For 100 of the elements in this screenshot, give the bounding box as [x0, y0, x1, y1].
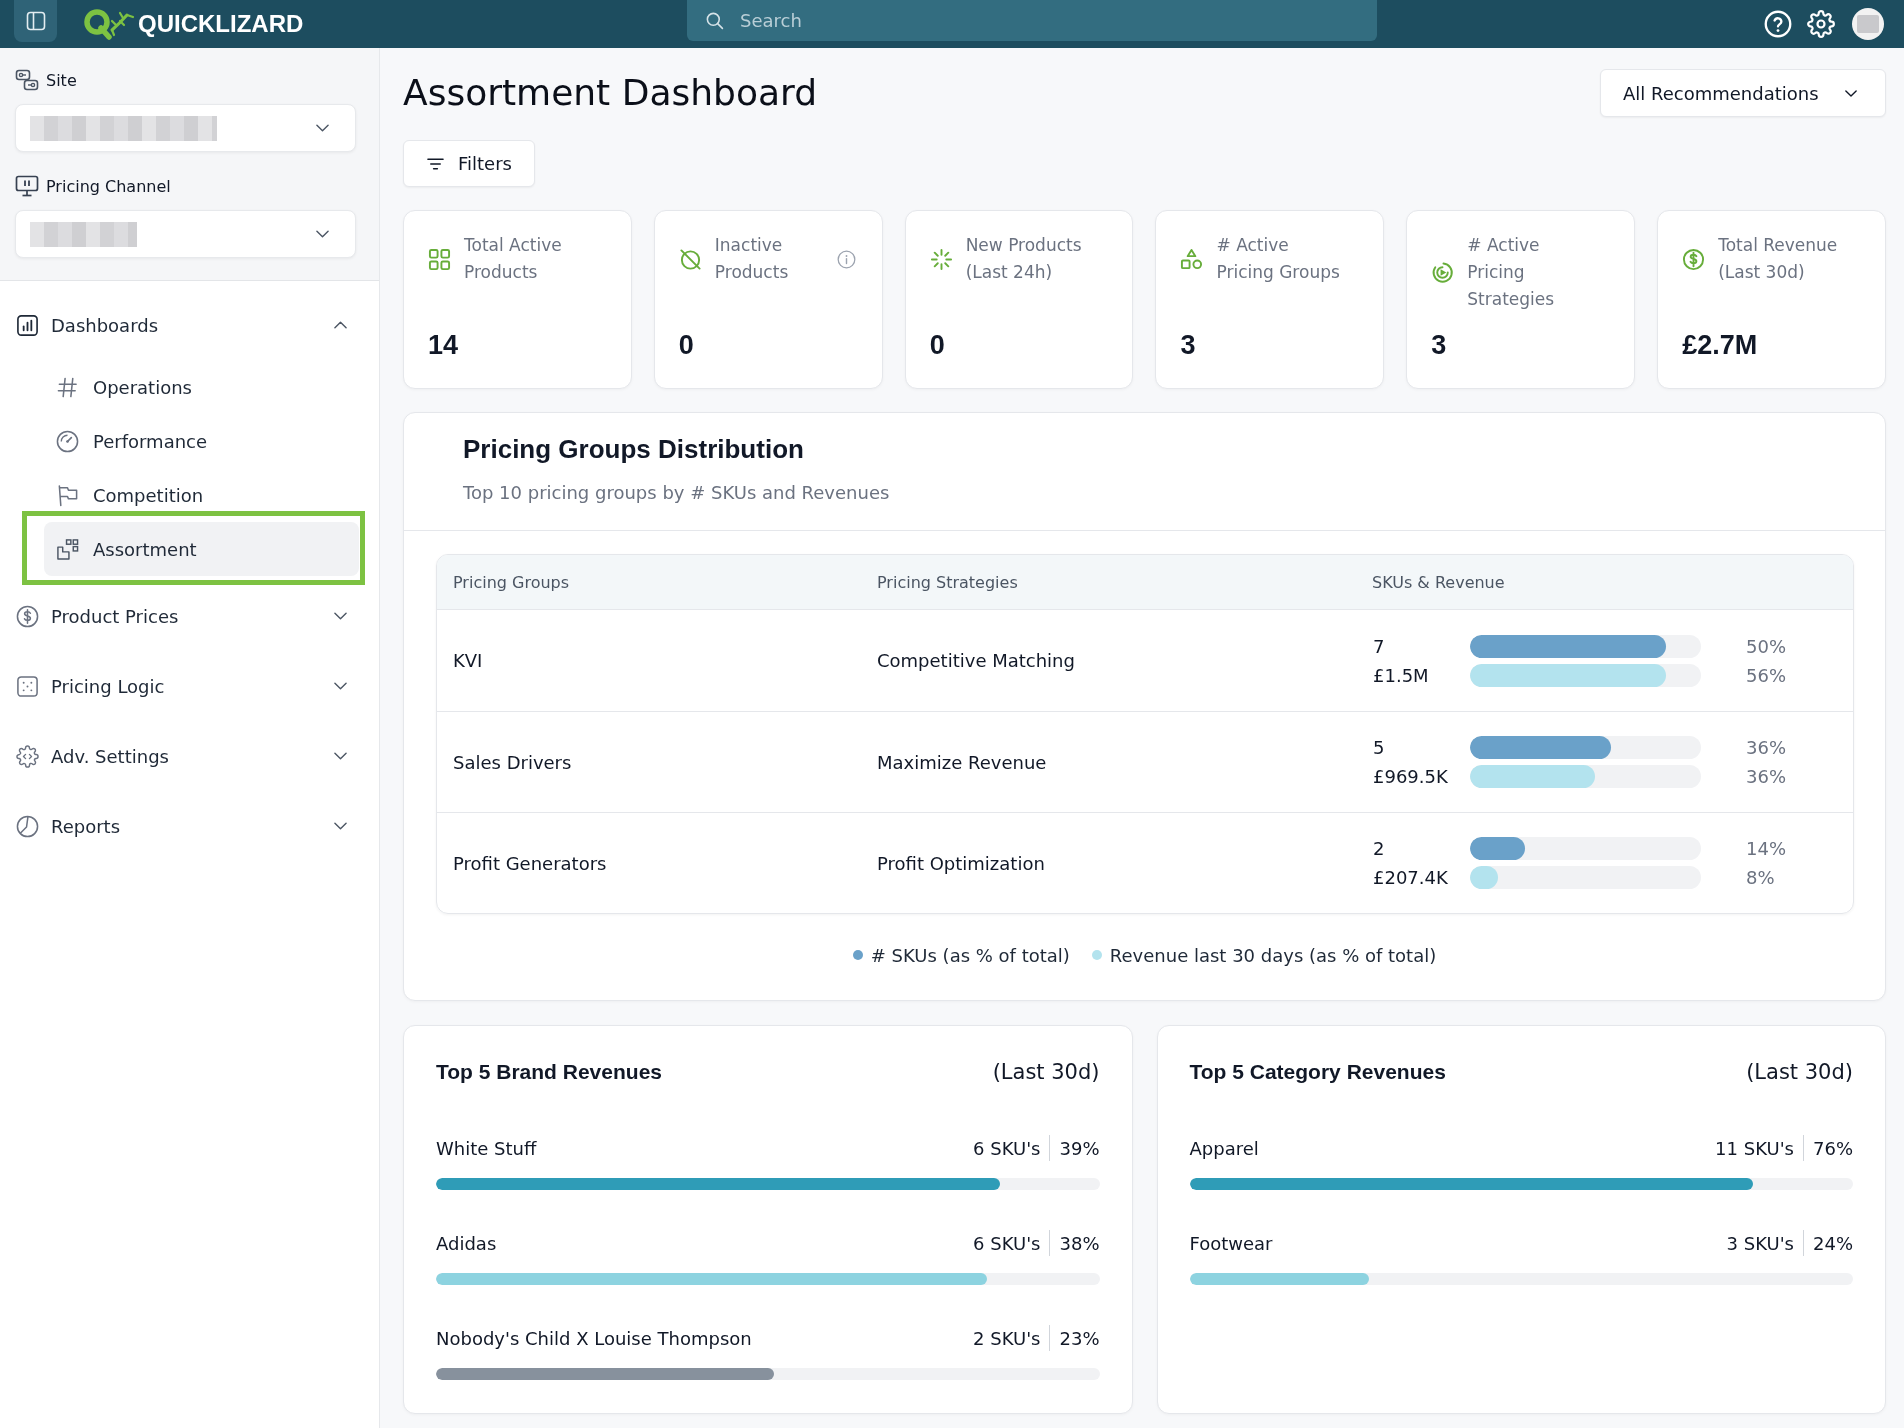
section-title: Pricing Groups Distribution [463, 434, 804, 464]
sidebar-item[interactable]: Assortment [44, 522, 359, 576]
section-subtitle: Top 10 pricing groups by # SKUs and Revenues [463, 482, 890, 504]
slashed-circle-icon [678, 247, 702, 271]
sku-count: 6 SKU's [973, 1137, 1041, 1159]
share-percent: 24% [1813, 1232, 1853, 1254]
percent-text: 50% [1746, 634, 1786, 658]
dotted-square-icon [16, 674, 39, 698]
help-icon[interactable] [1764, 10, 1792, 38]
percent-text: 36% [1746, 765, 1786, 788]
sku-count: 11 SKU's [1715, 1137, 1794, 1159]
search-field[interactable]: Search [687, 0, 1377, 41]
filter-icon [427, 157, 444, 170]
user-avatar[interactable] [1852, 8, 1884, 40]
kpi-value: 3 [1180, 330, 1196, 360]
item-name: Adidas [436, 1232, 497, 1254]
kpi-label: # Active Pricing Groups [1216, 234, 1340, 284]
filter-label: Site [46, 70, 77, 90]
table-cell: 5 [1373, 736, 1385, 759]
column-header: Pricing Groups [453, 572, 570, 592]
table-cell: Maximize Revenue [877, 751, 1047, 773]
table-cell: 7 [1373, 634, 1385, 658]
kpi-value: 0 [929, 330, 945, 360]
kpi-label: Total Active Products [464, 234, 562, 284]
legend-label: # SKUs (as % of total) [870, 944, 1070, 966]
chevron-down-icon [1845, 89, 1857, 97]
table-cell: Sales Drivers [453, 751, 572, 773]
grid-icon [428, 247, 451, 271]
kpi-label: New Products (Last 24h) [965, 234, 1082, 284]
page-title: Assortment Dashboard [403, 71, 817, 115]
column-header: Pricing Strategies [877, 572, 1018, 592]
share-percent: 39% [1059, 1137, 1100, 1159]
sku-count: 2 SKU's [973, 1327, 1041, 1349]
table-cell: £207.4K [1373, 866, 1448, 889]
sidebar-item[interactable]: Dashboards [0, 290, 379, 360]
sidebar-item[interactable]: Reports [0, 791, 379, 861]
panel-icon [25, 11, 46, 31]
percent-text: 56% [1746, 663, 1786, 687]
kpi-value: 3 [1431, 330, 1447, 360]
filter-label: Pricing Channel [46, 176, 171, 196]
dollar-circle-icon [16, 604, 39, 628]
sidebar-toggle-button[interactable] [14, 0, 57, 42]
brand-name: QUICKLIZARD [138, 10, 304, 38]
sidebar-item[interactable]: Adv. Settings [0, 721, 379, 791]
period-label: (Last 30d) [992, 1060, 1100, 1084]
chevron-down-icon [316, 124, 329, 132]
percent-text: 8% [1746, 866, 1775, 889]
table-cell: Competitive Matching [877, 650, 1075, 671]
column-header: SKUs & Revenue [1372, 572, 1505, 592]
filters-button[interactable]: Filters [403, 140, 535, 187]
item-name: White Stuff [436, 1137, 537, 1159]
share-percent: 23% [1059, 1327, 1100, 1349]
table-cell: 2 [1373, 837, 1385, 860]
item-name: Nobody's Child X Louise Thompson [436, 1327, 752, 1349]
sidebar-item[interactable]: Competition [44, 468, 359, 522]
kpi-value: 14 [428, 330, 459, 360]
item-name: Footwear [1189, 1232, 1273, 1254]
percent-text: 36% [1746, 736, 1786, 759]
kpi-value: 0 [678, 330, 694, 360]
period-label: (Last 30d) [1746, 1060, 1853, 1084]
kpi-label: Inactive Products [714, 234, 789, 284]
legend-label: Revenue last 30 days (as % of total) [1109, 944, 1437, 966]
gauge-icon [56, 429, 79, 453]
table-cell: £969.5K [1373, 765, 1448, 788]
target-play-icon [1431, 261, 1455, 284]
item-name: Apparel [1189, 1137, 1259, 1159]
flag-icon [56, 483, 79, 507]
monitor-icon [15, 174, 39, 198]
share-percent: 38% [1059, 1232, 1100, 1254]
sidebar-item[interactable]: Performance [44, 414, 359, 468]
kpi-label: # Active Pricing Strategies [1467, 234, 1555, 311]
card-title: Top 5 Category Revenues [1189, 1060, 1446, 1084]
table-cell: Profit Generators [453, 852, 607, 874]
settings-icon[interactable] [1807, 10, 1835, 38]
recommendations-dropdown[interactable]: All Recommendations [1600, 69, 1886, 117]
table-cell: KVI [453, 650, 483, 671]
kpi-value: £2.7M [1682, 330, 1758, 360]
sku-count: 3 SKU's [1726, 1232, 1794, 1254]
pie-chart-icon [16, 814, 39, 838]
sidebar-item[interactable]: Operations [44, 360, 359, 414]
shapes-icon [1180, 247, 1204, 271]
table-cell: £1.5M [1373, 663, 1429, 687]
percent-text: 14% [1746, 837, 1786, 860]
bar-chart-icon [16, 313, 39, 337]
loader-icon [929, 247, 953, 271]
lizard-logo-icon [83, 8, 136, 40]
kpi-label: Total Revenue (Last 30d) [1718, 234, 1838, 284]
dollar-circle-icon [1682, 247, 1706, 271]
blocks-icon [56, 537, 79, 561]
table-cell: Profit Optimization [877, 852, 1045, 874]
sku-count: 6 SKU's [973, 1232, 1041, 1254]
sidebar-item[interactable]: Product Prices [0, 581, 379, 651]
gear-code-icon [16, 744, 39, 768]
sidebar-item[interactable]: Pricing Logic [0, 651, 379, 721]
chevron-down-icon [316, 230, 329, 238]
search-icon [705, 11, 724, 30]
hash-icon [56, 375, 79, 399]
linked-nodes-icon [15, 68, 39, 92]
share-percent: 76% [1813, 1137, 1853, 1159]
card-title: Top 5 Brand Revenues [436, 1060, 662, 1084]
